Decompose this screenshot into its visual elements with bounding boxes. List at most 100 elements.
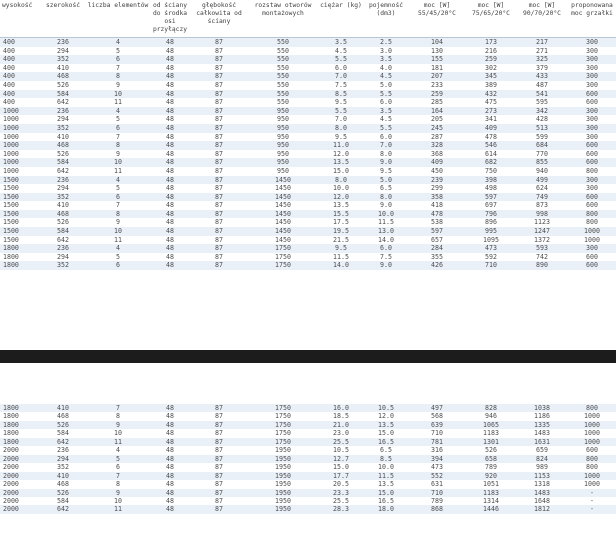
table-cell: 1500 bbox=[0, 175, 40, 185]
table-cell: 1800 bbox=[0, 404, 40, 413]
table-cell: 855 bbox=[516, 158, 568, 167]
table-cell: 259 bbox=[466, 55, 516, 64]
table-cell: 418 bbox=[408, 201, 466, 210]
table-cell: 950 bbox=[248, 158, 318, 167]
table-cell: - bbox=[568, 496, 616, 506]
table-cell: 87 bbox=[190, 218, 248, 228]
table-cell: 13.5 bbox=[364, 480, 408, 489]
table-cell: 48 bbox=[150, 437, 190, 447]
table-cell: 8 bbox=[86, 209, 150, 219]
table-cell: 642 bbox=[40, 437, 86, 447]
table-cell: 284 bbox=[408, 244, 466, 253]
table-cell: 478 bbox=[466, 132, 516, 142]
table-cell: 1750 bbox=[248, 244, 318, 253]
table-cell: 10.5 bbox=[364, 404, 408, 413]
table-cell: 468 bbox=[40, 72, 86, 81]
table-cell: - bbox=[568, 488, 616, 497]
table-cell: 1750 bbox=[248, 261, 318, 271]
table-cell: 358 bbox=[408, 192, 466, 202]
table-cell: 473 bbox=[408, 463, 466, 472]
header-mounting-spacing: rozstaw otworów montażowych bbox=[248, 0, 318, 38]
table-cell: 410 bbox=[40, 132, 86, 142]
table-cell: 400 bbox=[0, 63, 40, 73]
table-cell: 873 bbox=[516, 201, 568, 210]
table-cell: 7 bbox=[86, 132, 150, 142]
table-row: 1800 410 7 48 87 1750 16.0 10.5 497 828 1038 800 bbox=[0, 404, 616, 413]
spec-table-bottom: 1800 410 7 48 87 1750 16.0 10.5 497 828 1038 800 180… bbox=[0, 404, 616, 514]
table-cell: 328 bbox=[408, 141, 466, 150]
table-cell: 104 bbox=[408, 37, 466, 47]
table-row: 1000 584 10 48 87 950 13.5 9.0 409 682 855 600 bbox=[0, 158, 616, 167]
table-cell: 600 bbox=[568, 141, 616, 150]
header-wall-to-axis: od ściany do środka osi przyłączy bbox=[150, 0, 190, 38]
table-cell: 749 bbox=[516, 192, 568, 202]
table-cell: 11 bbox=[86, 98, 150, 107]
table-cell: 796 bbox=[466, 209, 516, 219]
table-cell: 468 bbox=[40, 480, 86, 489]
table-cell: 950 bbox=[248, 132, 318, 142]
table-cell: 597 bbox=[466, 192, 516, 202]
table-cell: 7 bbox=[86, 471, 150, 481]
table-cell: 48 bbox=[150, 412, 190, 421]
table-cell: 550 bbox=[248, 98, 318, 107]
table-panel-bottom: 1800 410 7 48 87 1750 16.0 10.5 497 828 1038 800 180… bbox=[0, 404, 616, 535]
table-cell: 4.0 bbox=[364, 63, 408, 73]
table-cell: 87 bbox=[190, 261, 248, 271]
table-cell: 48 bbox=[150, 252, 190, 262]
table-cell: 1000 bbox=[568, 227, 616, 236]
table-cell: 233 bbox=[408, 80, 466, 90]
table-cell: 48 bbox=[150, 123, 190, 133]
table-row: 1500 352 6 48 87 1450 12.0 8.0 358 597 749 600 bbox=[0, 192, 616, 202]
table-cell: 9 bbox=[86, 488, 150, 497]
table-cell: 800 bbox=[568, 166, 616, 176]
table-cell: 48 bbox=[150, 227, 190, 236]
table-cell: 1000 bbox=[568, 437, 616, 447]
table-cell: 920 bbox=[466, 471, 516, 481]
table-cell: 48 bbox=[150, 166, 190, 176]
table-cell: 16.0 bbox=[318, 404, 364, 413]
table-cell: 409 bbox=[408, 158, 466, 167]
table-cell: 4 bbox=[86, 446, 150, 455]
table-row: 400 526 9 48 87 550 7.5 5.0 233 389 487 300 bbox=[0, 80, 616, 90]
table-cell: 15.5 bbox=[318, 209, 364, 219]
table-cell: 546 bbox=[466, 141, 516, 150]
table-row: 1000 468 8 48 87 950 11.0 7.0 328 546 684 600 bbox=[0, 141, 616, 150]
table-cell: 5.5 bbox=[318, 106, 364, 116]
table-cell: 9.5 bbox=[318, 132, 364, 142]
table-cell: 1000 bbox=[568, 420, 616, 430]
header-heater-power: proponowana moc grzałki bbox=[568, 0, 616, 38]
table-cell: 48 bbox=[150, 218, 190, 228]
table-cell: 2000 bbox=[0, 480, 40, 489]
table-cell: 6 bbox=[86, 261, 150, 271]
table-cell: 1500 bbox=[0, 227, 40, 236]
table-cell: 300 bbox=[568, 123, 616, 133]
table-cell: 642 bbox=[40, 505, 86, 514]
table-cell: 1750 bbox=[248, 404, 318, 413]
table-cell: 87 bbox=[190, 175, 248, 185]
table-cell: 7.0 bbox=[318, 115, 364, 124]
table-cell: 600 bbox=[568, 149, 616, 159]
table-cell: 8 bbox=[86, 480, 150, 489]
table-cell: 9.0 bbox=[364, 261, 408, 271]
table-cell: 631 bbox=[408, 480, 466, 489]
table-cell: 1750 bbox=[248, 420, 318, 430]
table-cell: 294 bbox=[40, 184, 86, 193]
table-cell: 5 bbox=[86, 115, 150, 124]
table-cell: 1372 bbox=[516, 235, 568, 245]
table-cell: 87 bbox=[190, 89, 248, 99]
table-cell: 600 bbox=[568, 192, 616, 202]
table-cell: 624 bbox=[516, 184, 568, 193]
table-cell: 550 bbox=[248, 89, 318, 99]
table-cell: 7.5 bbox=[364, 252, 408, 262]
table-cell: 8.0 bbox=[318, 175, 364, 185]
table-cell: 1450 bbox=[248, 209, 318, 219]
table-cell: 1000 bbox=[0, 149, 40, 159]
table-cell: 87 bbox=[190, 505, 248, 514]
table-cell: 487 bbox=[516, 80, 568, 90]
table-row: 1800 584 10 48 87 1750 23.0 15.0 710 1183 1483 1000 bbox=[0, 429, 616, 438]
table-row: 1000 294 5 48 87 950 7.0 4.5 205 341 428 300 bbox=[0, 115, 616, 124]
table-panel-top: wysokość szerokość liczba elementów od ś… bbox=[0, 0, 616, 330]
table-cell: 426 bbox=[408, 261, 466, 271]
table-cell: 10 bbox=[86, 158, 150, 167]
table-cell: 1123 bbox=[516, 218, 568, 228]
